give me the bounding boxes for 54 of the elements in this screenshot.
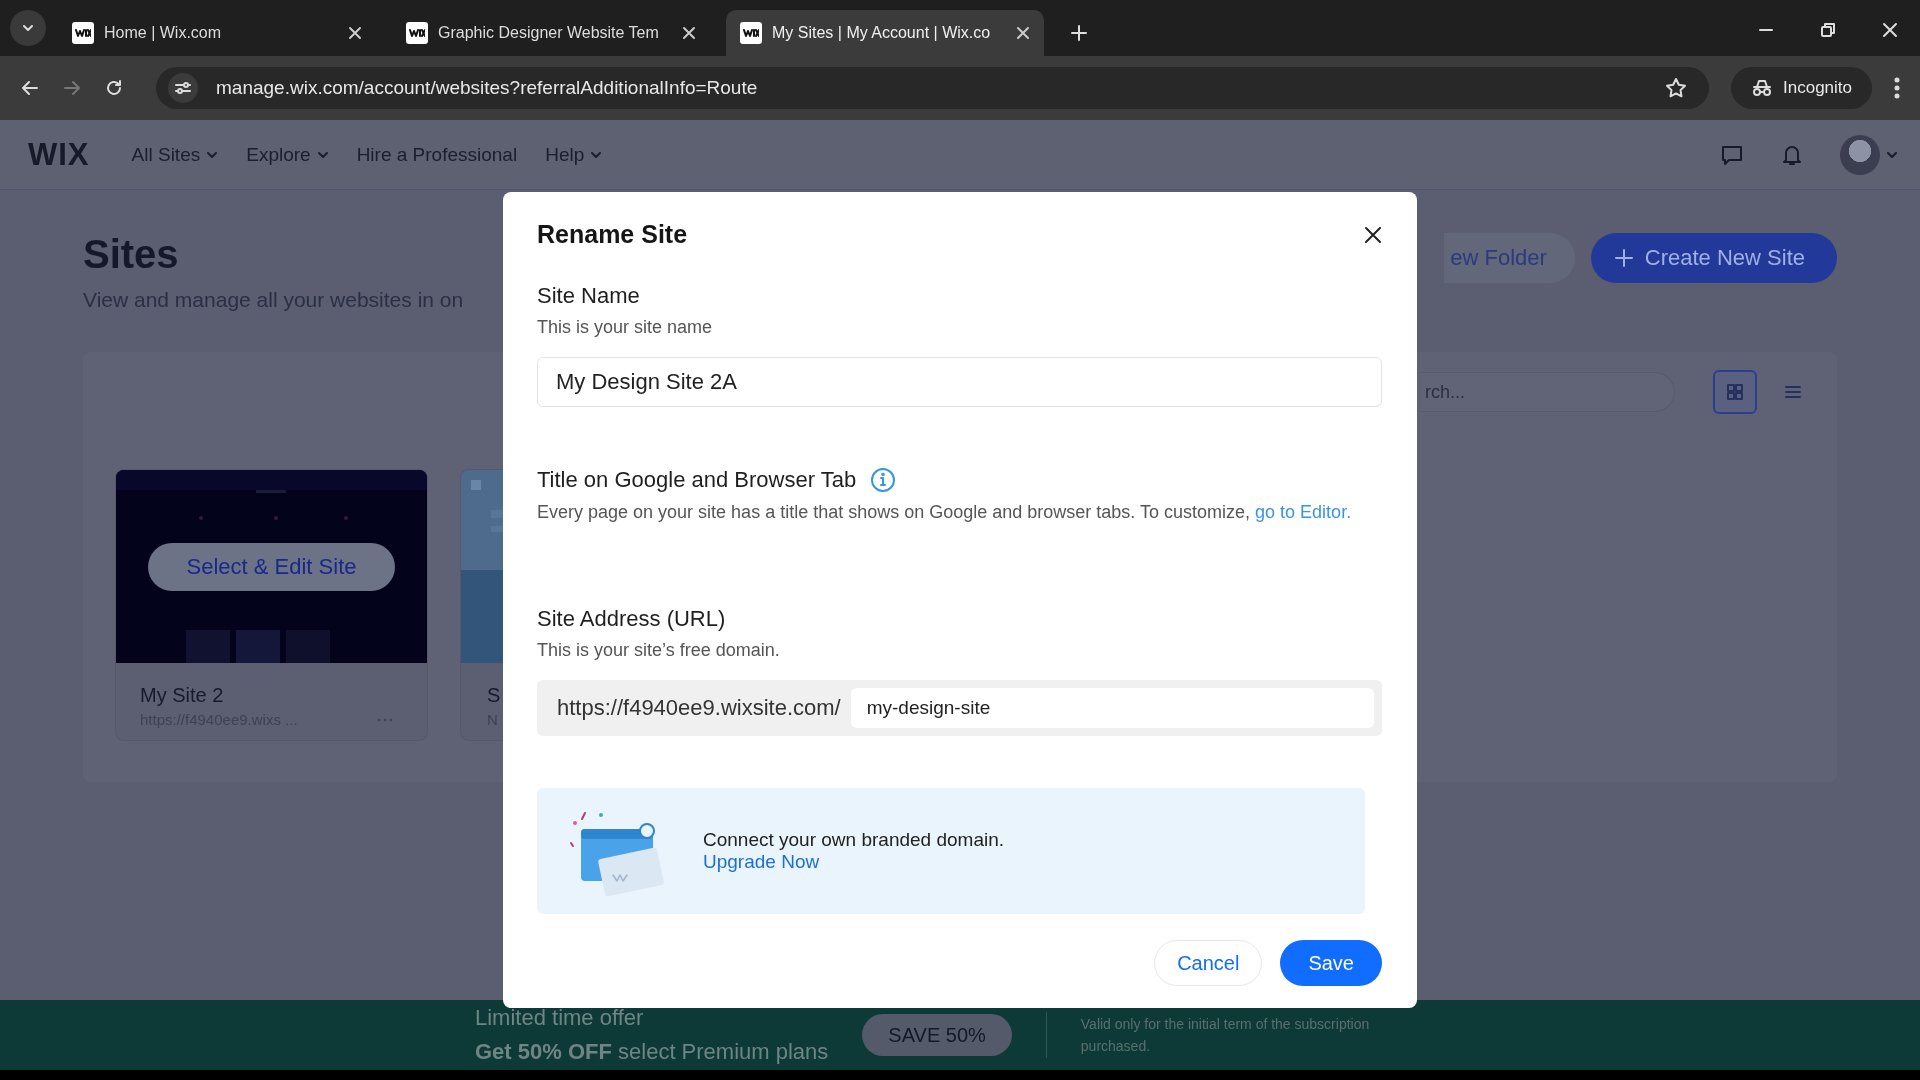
tab-search-button[interactable] bbox=[10, 10, 46, 46]
description-text: Every page on your site has a title that shows on Google and browser tabs. To customize, go to Editor. bbox=[537, 501, 1353, 524]
nav-menu-item[interactable]: Hire a Professional bbox=[356, 143, 518, 166]
site-name: My Site 2 bbox=[140, 684, 225, 707]
field-label: Title on Google and Browser Tab bbox=[537, 467, 857, 493]
browser-tab[interactable]: My Sites | My Account | Wix.co bbox=[726, 10, 1044, 56]
nav-menu-item[interactable]: All Sites bbox=[131, 143, 219, 166]
offer-note: Valid only for the initial term of the subscription purchased. bbox=[1080, 1015, 1371, 1056]
save-offer-button[interactable]: SAVE 50% bbox=[862, 1014, 1012, 1056]
nav-menu-item[interactable]: Explore bbox=[246, 143, 329, 166]
dialog-title: Rename Site bbox=[537, 220, 688, 249]
field-label: Site Name bbox=[537, 283, 641, 309]
cancel-button[interactable]: Cancel bbox=[1154, 940, 1263, 986]
url-field[interactable]: https://f4940ee9.wixsite.com/ my-design-site bbox=[537, 680, 1382, 736]
editor-link[interactable]: go to Editor. bbox=[1255, 502, 1352, 522]
close-icon[interactable] bbox=[1364, 225, 1382, 244]
url-slug-field[interactable]: my-design-site bbox=[850, 688, 1374, 728]
menu-icon[interactable] bbox=[1894, 77, 1900, 99]
save-button[interactable]: Save bbox=[1280, 940, 1382, 986]
back-arrow-icon[interactable] bbox=[20, 78, 40, 98]
url-prefix: https://f4940ee9.wixsite.com/ bbox=[557, 695, 841, 721]
site-settings-icon[interactable] bbox=[168, 73, 198, 103]
star-icon[interactable] bbox=[1665, 77, 1687, 99]
site-name: S bbox=[487, 684, 502, 707]
field-hint: This is your site name bbox=[537, 316, 714, 339]
promo-text: Connect your own branded domain. bbox=[703, 829, 1005, 851]
new-tab-icon[interactable] bbox=[1070, 24, 1088, 42]
view-toggle-button[interactable] bbox=[1713, 370, 1757, 414]
offer-text: Get 50% OFF select Premium plans bbox=[475, 1038, 829, 1066]
favicon-icon bbox=[72, 22, 94, 44]
wix-logo[interactable]: WIX bbox=[28, 136, 90, 173]
browser-tab[interactable]: Graphic Designer Website Tem bbox=[392, 10, 710, 56]
browser-tab[interactable]: Home | Wix.com bbox=[58, 10, 376, 56]
avatar[interactable] bbox=[1840, 134, 1880, 175]
favicon-icon bbox=[740, 22, 762, 44]
address-bar[interactable]: manage.wix.com/account/websites?referralAdditionalInfo=Route bbox=[156, 67, 1709, 109]
select-edit-button[interactable]: Select & Edit Site bbox=[148, 543, 395, 591]
favicon-icon bbox=[406, 22, 428, 44]
nav-menu-item[interactable]: Help bbox=[545, 143, 603, 166]
incognito-button[interactable]: Incognito bbox=[1731, 67, 1872, 109]
site-name-field[interactable]: My Design Site 2A bbox=[537, 357, 1382, 407]
field-label: Site Address (URL) bbox=[537, 606, 727, 632]
page-title: Sites bbox=[83, 231, 179, 278]
grid-view-icon bbox=[1725, 382, 1745, 402]
restore-icon[interactable] bbox=[1820, 22, 1836, 38]
upgrade-link[interactable]: Upgrade Now bbox=[703, 851, 820, 873]
forward-arrow-icon bbox=[62, 78, 82, 98]
plus-icon bbox=[1614, 249, 1633, 267]
reload-icon[interactable] bbox=[104, 78, 124, 98]
info-icon[interactable] bbox=[870, 467, 897, 493]
field-hint: This is your site’s free domain. bbox=[537, 639, 781, 662]
incognito-icon bbox=[1751, 79, 1773, 97]
create-site-button[interactable]: Create New Site bbox=[1590, 233, 1837, 283]
offer-title: Limited time offer bbox=[475, 1004, 645, 1032]
